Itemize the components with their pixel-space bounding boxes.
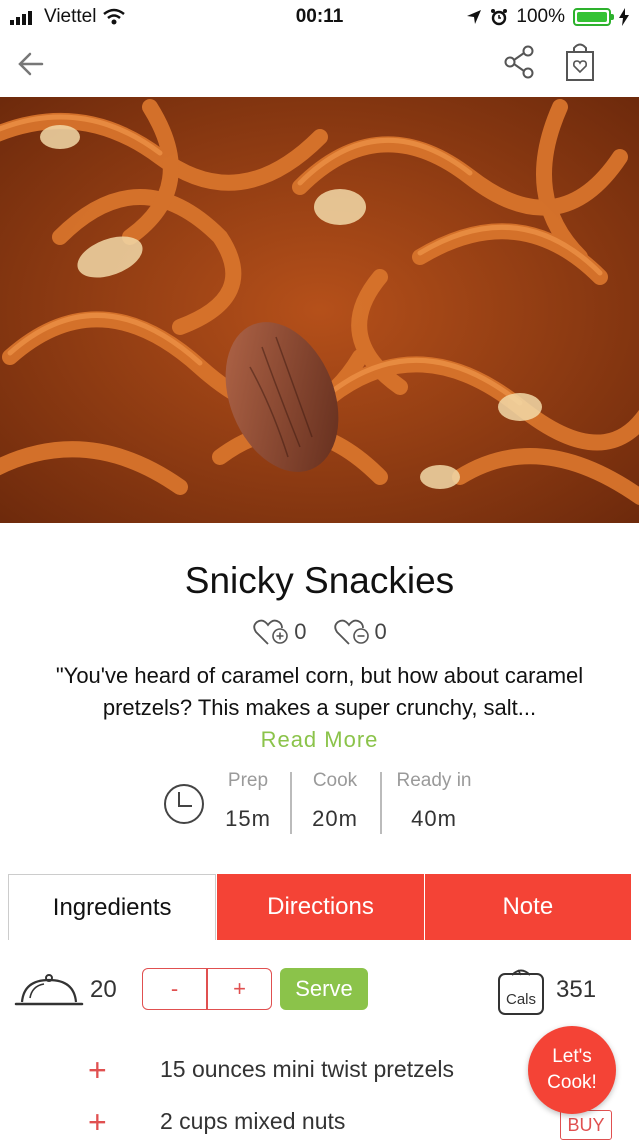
share-icon[interactable] [500,42,540,82]
plus-icon[interactable]: + [88,1052,107,1089]
status-right: 100% [466,6,629,28]
recipe-title: Snicky Snackies [184,560,455,601]
cook-time: Cook 20m [302,770,368,832]
battery-percent: 100% [516,6,565,27]
time-info: Prep 15m Cook 20m Ready in 40m [160,770,490,836]
cook-value: 20m [312,806,358,831]
ready-value: 40m [411,806,457,831]
pretzel-image [0,97,639,523]
ready-label: Ready in [396,770,472,791]
lets-cook-button[interactable]: Let's Cook! [528,1026,616,1114]
like-count: 0 [294,619,307,644]
serve-button[interactable]: Serve [280,968,368,1010]
ingredient-text: 2 cups mixed nuts [160,1108,346,1134]
battery-icon [573,8,614,26]
lets-cook-label: Let's Cook! [547,1044,597,1096]
like-button[interactable]: 0 [252,618,307,646]
prep-label: Prep [227,770,269,791]
servings-count: 20 [90,976,117,1003]
alarm-icon [491,9,508,26]
recipe-photo [0,97,639,523]
read-more-link[interactable]: Read More [0,727,639,753]
plus-icon[interactable]: + [88,1104,107,1141]
ingredient-row: + 2 cups mixed nuts BUY [0,1098,639,1148]
divider [380,772,382,834]
servings-stepper: - + [142,968,272,1010]
ready-time: Ready in 40m [392,770,476,832]
charging-icon [619,8,629,26]
cloche-icon [14,974,84,1006]
prep-time: Prep 15m [218,770,278,832]
servings-bar: 20 - + Serve Cals 351 [0,960,639,1020]
recipe-tabs: Ingredients Directions Note [8,874,631,940]
heart-minus-icon [333,619,369,645]
divider [290,772,292,834]
ingredient-text: 15 ounces mini twist pretzels [160,1056,455,1082]
dislike-button[interactable]: 0 [333,618,387,646]
heart-plus-icon [253,619,289,645]
tab-directions[interactable]: Directions [216,874,424,940]
vote-row: 0 0 [0,618,639,646]
scale-icon: Cals [498,969,544,1015]
clock-icon [164,784,204,824]
tab-ingredients[interactable]: Ingredients [8,874,217,940]
top-bar [0,34,639,96]
increase-button[interactable]: + [208,969,271,1009]
cook-label: Cook [312,770,358,791]
decrease-button[interactable]: - [143,969,206,1009]
lets-cook-line2: Cook! [547,1072,597,1093]
recipe-description: "You've heard of caramel corn, but how a… [55,663,584,720]
location-icon [467,10,482,24]
cals-icon-label: Cals [506,991,536,1008]
calories-value: 351 [556,976,597,1003]
tab-note[interactable]: Note [423,874,631,940]
back-arrow-icon[interactable] [12,44,52,84]
lets-cook-line1: Let's [552,1046,592,1067]
prep-value: 15m [225,806,271,831]
status-bar: Viettel 00:11 100% [0,0,639,34]
dislike-count: 0 [374,619,387,644]
shopping-bag-icon[interactable] [560,40,600,84]
